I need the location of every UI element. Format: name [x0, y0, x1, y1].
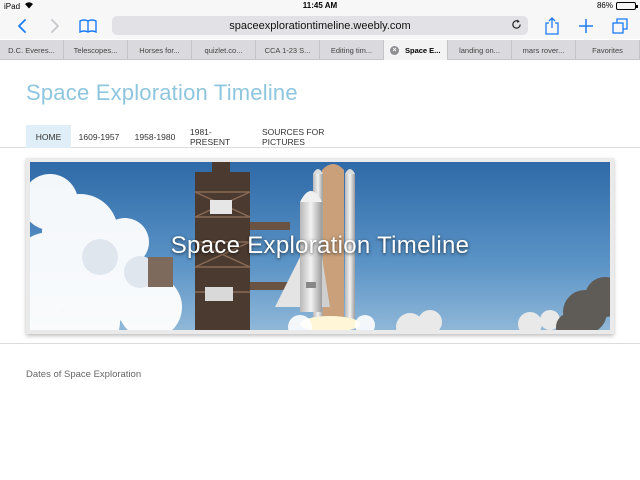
tab-horses[interactable]: Horses for... [128, 40, 192, 60]
nav-1981-present[interactable]: 1981-PRESENT [190, 125, 250, 148]
new-tab-icon[interactable] [576, 15, 596, 37]
content-divider [0, 343, 640, 344]
battery-percent: 86% [596, 1, 613, 10]
nav-home[interactable]: HOME [26, 125, 71, 148]
tab-label: landing on... [459, 45, 500, 55]
tab-favorites[interactable]: Favorites [576, 40, 640, 60]
tab-label: D.C. Everes... [8, 45, 55, 55]
tab-quizlet[interactable]: quizlet.co... [192, 40, 256, 60]
close-tab-icon[interactable]: × [390, 45, 399, 55]
nav-1958-1980[interactable]: 1958-1980 [132, 125, 178, 148]
tab-label: Space E... [405, 45, 441, 55]
tab-label: Telescopes... [73, 45, 118, 55]
site-title[interactable]: Space Exploration Timeline [26, 80, 298, 106]
tab-space-exploration[interactable]: × Space E... [384, 40, 448, 60]
status-time: 11:45 AM [302, 1, 338, 10]
banner: Space Exploration Timeline [26, 158, 614, 334]
tab-label: CCA 1-23 S... [264, 45, 311, 55]
status-bar: iPad 11:45 AM 86% [0, 0, 640, 13]
tab-label: mars rover... [522, 45, 565, 55]
back-icon[interactable] [12, 15, 32, 37]
tab-editing[interactable]: Editing tim... [320, 40, 384, 60]
tab-label: Editing tim... [330, 45, 373, 55]
tab-mars-rover[interactable]: mars rover... [512, 40, 576, 60]
tabs-icon[interactable] [610, 15, 630, 37]
address-bar[interactable]: spaceexplorationtimeline.weebly.com [112, 16, 528, 35]
tab-dc-everest[interactable]: D.C. Everes... [0, 40, 64, 60]
battery-icon [616, 1, 638, 10]
nav-1609-1957[interactable]: 1609-1957 [76, 125, 122, 148]
forward-icon[interactable] [45, 15, 65, 37]
tab-landing[interactable]: landing on... [448, 40, 512, 60]
nav-sources-for-pictures[interactable]: SOURCES FOR PICTURES [262, 125, 366, 148]
tab-cca[interactable]: CCA 1-23 S... [256, 40, 320, 60]
tab-label: Horses for... [139, 45, 180, 55]
tab-label: quizlet.co... [204, 45, 243, 55]
url-text: spaceexplorationtimeline.weebly.com [229, 19, 411, 32]
site-nav: HOME 1609-1957 1958-1980 1981-PRESENT SO… [0, 125, 640, 148]
bookmarks-icon[interactable] [76, 15, 100, 37]
body-text: Dates of Space Exploration [26, 369, 142, 380]
banner-title: Space Exploration Timeline [170, 232, 470, 259]
tab-label: Favorites [592, 45, 623, 55]
tab-telescopes[interactable]: Telescopes... [64, 40, 128, 60]
browser-toolbar: spaceexplorationtimeline.weebly.com [0, 13, 640, 39]
tab-strip: D.C. Everes... Telescopes... Horses for.… [0, 40, 640, 60]
banner-image: Space Exploration Timeline [30, 162, 610, 330]
reload-icon[interactable] [511, 19, 522, 33]
share-icon[interactable] [542, 15, 562, 37]
status-right: 86% [596, 1, 638, 10]
